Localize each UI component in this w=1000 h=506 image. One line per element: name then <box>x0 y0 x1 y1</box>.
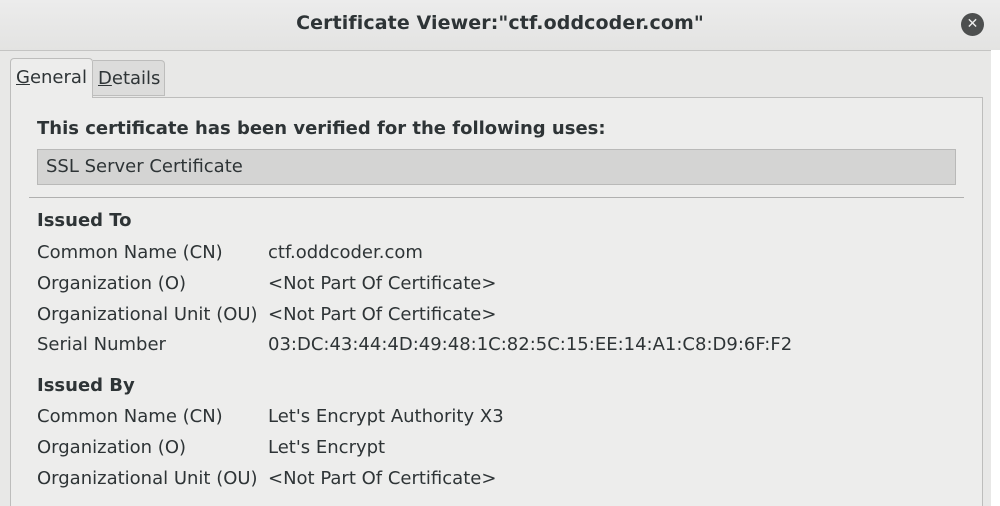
issued-by-ou-label: Organizational Unit (OU) <box>37 468 258 489</box>
issued-to-cn-label: Common Name (CN) <box>37 242 223 263</box>
tab-general-label: eneral <box>29 67 87 88</box>
section-separator <box>29 197 964 198</box>
issued-to-ou-value: <Not Part Of Certificate> <box>268 304 497 325</box>
window-title: Certificate Viewer:"ctf.oddcoder.com" <box>296 12 704 34</box>
tab-general-mnemonic: G <box>16 67 30 88</box>
background-edge <box>991 50 1000 506</box>
issued-by-cn-value: Let's Encrypt Authority X3 <box>268 406 504 427</box>
issued-to-o-value: <Not Part Of Certificate> <box>268 273 497 294</box>
issued-by-o-label: Organization (O) <box>37 437 187 458</box>
tab-details-label: etails <box>111 68 161 89</box>
close-icon[interactable]: ✕ <box>961 13 984 36</box>
certificate-viewer-window: Certificate Viewer:"ctf.oddcoder.com" ✕ … <box>0 0 1000 506</box>
issued-by-ou-value: <Not Part Of Certificate> <box>268 468 497 489</box>
issued-by-cn-label: Common Name (CN) <box>37 406 223 427</box>
serial-number-value: 03:DC:43:44:4D:49:48:1C:82:5C:15:EE:14:A… <box>268 334 793 355</box>
verified-uses-list: SSL Server Certificate <box>37 149 956 185</box>
issued-to-heading: Issued To <box>37 210 132 231</box>
title-bar[interactable]: Certificate Viewer:"ctf.oddcoder.com" ✕ <box>0 0 1000 51</box>
verified-uses-heading: This certificate has been verified for t… <box>37 118 606 139</box>
serial-number-label: Serial Number <box>37 334 166 355</box>
issued-by-heading: Issued By <box>37 375 135 396</box>
issued-to-cn-value: ctf.oddcoder.com <box>268 242 423 263</box>
tab-general[interactable]: General <box>10 58 93 98</box>
tab-details[interactable]: Details <box>93 60 165 96</box>
issued-to-ou-label: Organizational Unit (OU) <box>37 304 258 325</box>
issued-to-o-label: Organization (O) <box>37 273 187 294</box>
issued-by-o-value: Let's Encrypt <box>268 437 386 458</box>
tab-details-mnemonic: D <box>98 68 112 89</box>
